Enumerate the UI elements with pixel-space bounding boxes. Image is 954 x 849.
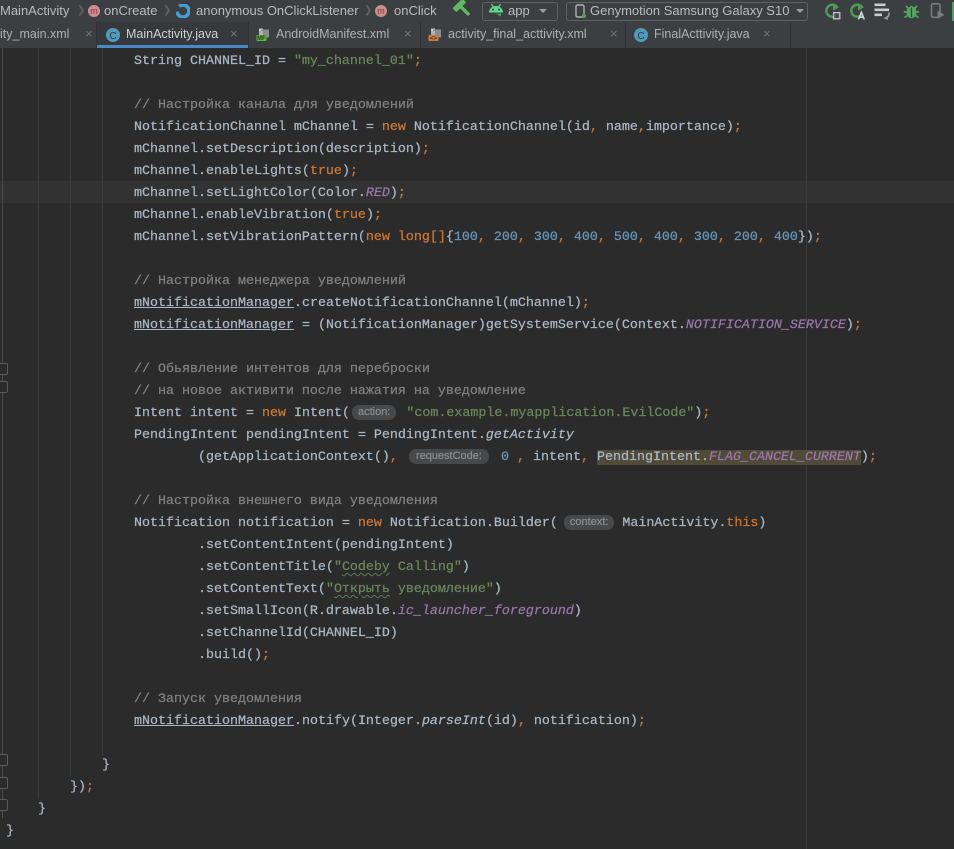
svg-text:MF: MF (257, 36, 266, 42)
svg-text:m: m (377, 6, 385, 16)
svg-text:m: m (90, 6, 98, 16)
svg-text:<>: <> (430, 36, 438, 42)
svg-text:C: C (637, 31, 644, 42)
svg-text:C: C (109, 31, 116, 42)
